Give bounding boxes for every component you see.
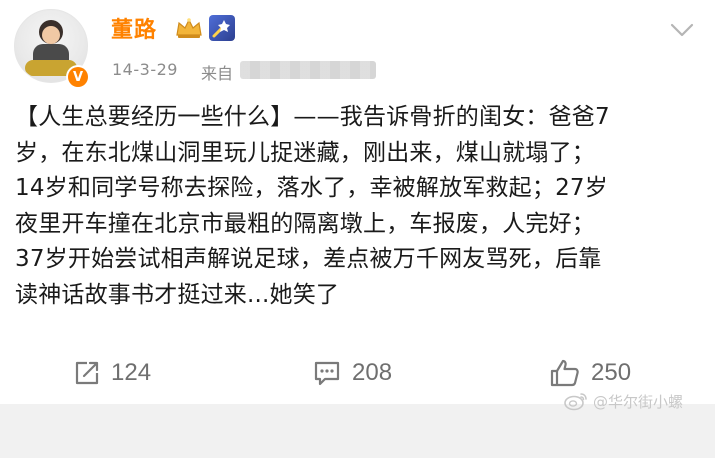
avatar[interactable]: V [14, 9, 94, 89]
repost-button[interactable]: 124 [73, 356, 151, 390]
post-line: 【人生总要经历一些什么】——我告诉骨折的闺女：爸爸7 [15, 104, 610, 130]
watermark-text: @华尔街小螺 [593, 392, 684, 411]
user-name[interactable]: 董路 [111, 12, 157, 44]
post-line: 14岁和同学号称去探险，落水了，幸被解放军救起；27岁 [15, 175, 608, 202]
post-line: 夜里开车撞在北京市最粗的隔离墩上，车报废，人完好； [15, 210, 595, 237]
like-button[interactable]: 250 [549, 356, 631, 390]
weibo-logo-icon [564, 393, 587, 411]
post-line: 读神话故事书才挺过来...她笑了 [15, 281, 340, 308]
post-source-label: 来自 [201, 64, 234, 83]
post-line: 37岁开始尝试相声解说足球，差点被万千网友骂死，后靠 [15, 246, 602, 273]
comment-count: 208 [352, 359, 393, 386]
thumbs-up-icon [550, 359, 579, 387]
post-source-redacted [240, 61, 376, 79]
rank-badge-icon[interactable] [209, 15, 235, 41]
verified-badge-icon: V [66, 65, 90, 89]
post-line: 岁，在东北煤山洞里玩儿捉迷藏，刚出来，煤山就塌了； [15, 139, 595, 166]
weibo-post-card: V 董路 14-3-29 来自 【人生总要经历一些什么】——我告诉骨折的闺女：爸… [0, 0, 715, 404]
repost-count: 124 [111, 359, 152, 386]
chevron-down-icon[interactable] [668, 20, 696, 40]
watermark: @华尔街小螺 [563, 388, 683, 414]
verified-v-glyph: V [68, 67, 88, 87]
comment-button[interactable]: 208 [312, 356, 392, 390]
comment-icon [314, 361, 340, 386]
like-count: 250 [591, 359, 632, 386]
repost-icon [75, 361, 99, 385]
crown-icon[interactable] [174, 16, 204, 40]
post-body: 【人生总要经历一些什么】——我告诉骨折的闺女：爸爸7 岁，在东北煤山洞里玩儿捉迷… [15, 100, 705, 314]
post-timestamp[interactable]: 14-3-29 [112, 60, 178, 79]
